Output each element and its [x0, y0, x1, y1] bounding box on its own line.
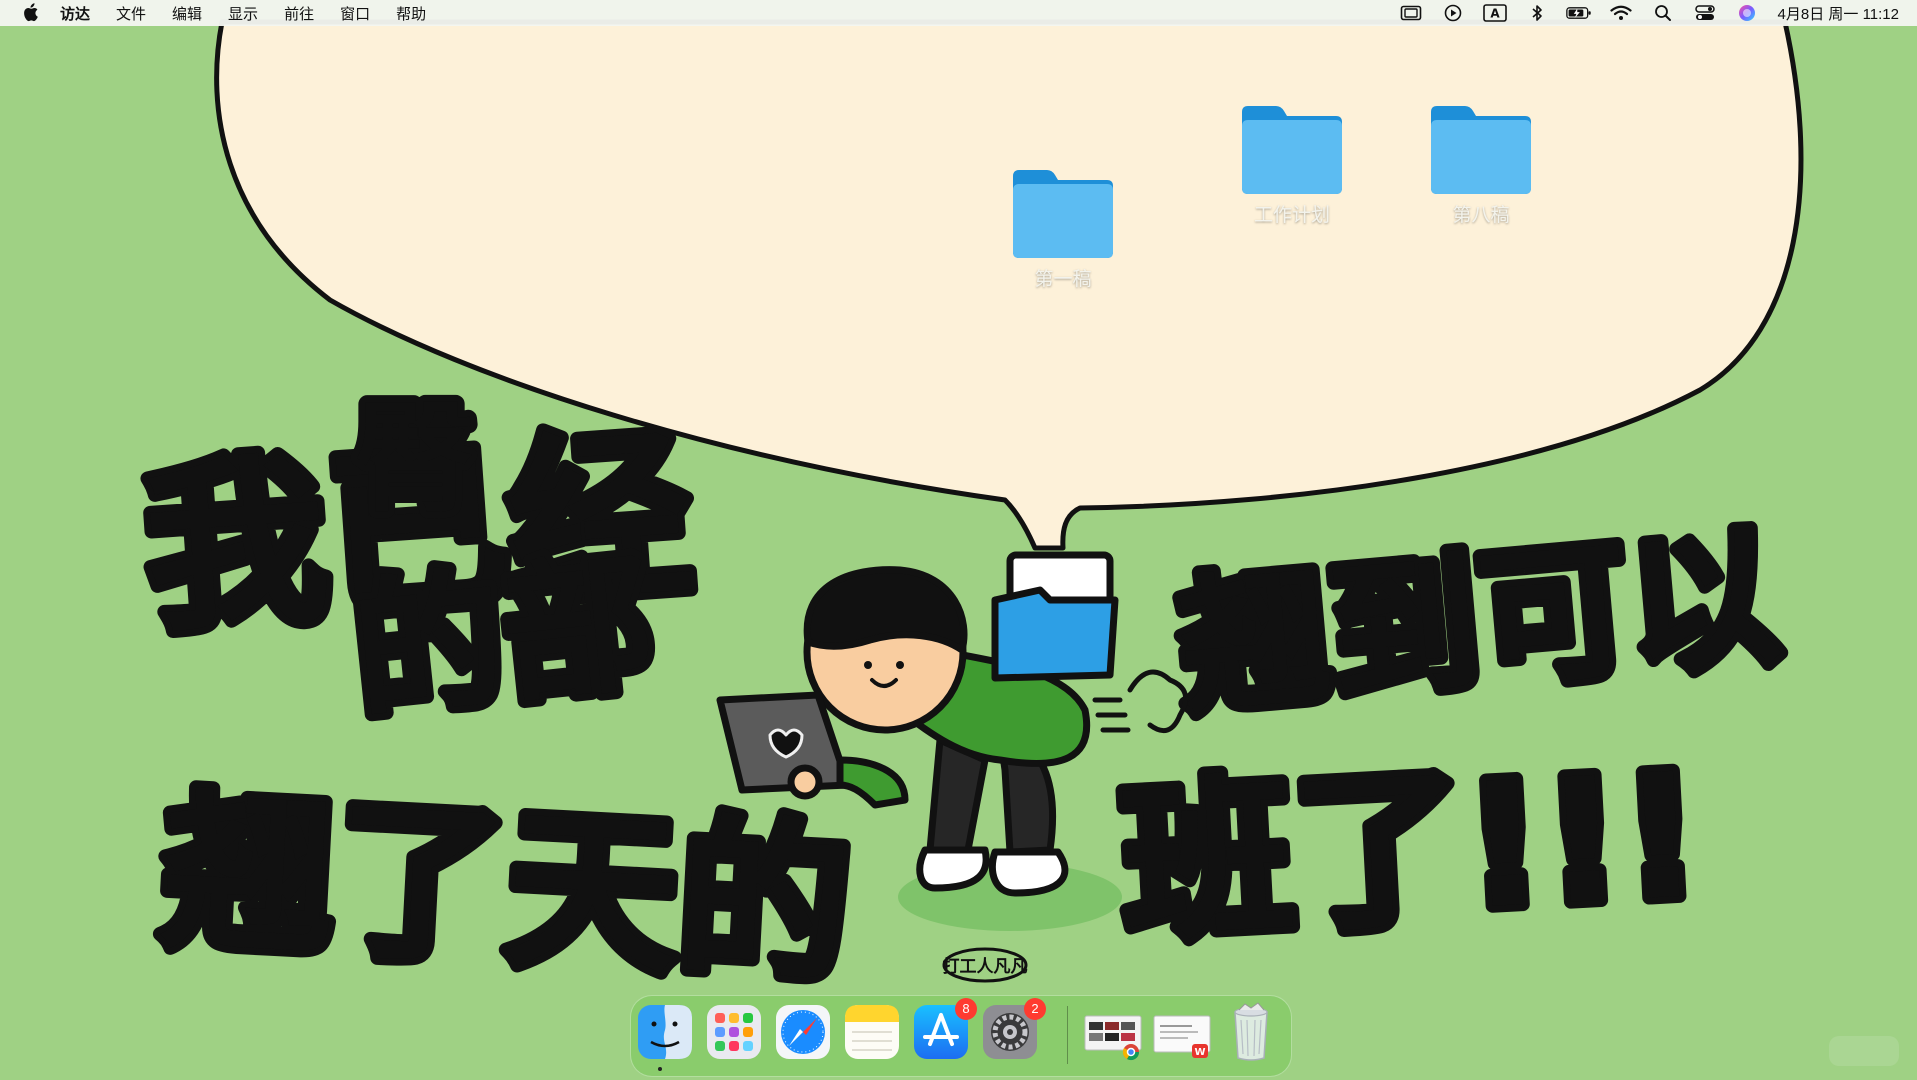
- dock-system-settings[interactable]: 2: [980, 998, 1046, 1062]
- slogan-line-2: 的部: [346, 536, 663, 740]
- signature-text: 打工人凡凡: [943, 956, 1028, 977]
- menu-bar-clock[interactable]: 4月8日 周一 11:12: [1778, 3, 1899, 24]
- wifi-icon[interactable]: [1608, 0, 1634, 26]
- folder-icon: [1431, 106, 1531, 194]
- wps-window-thumbnail-icon: W: [1153, 1015, 1211, 1058]
- folder-label: 第一稿: [1034, 269, 1092, 290]
- folder-label: 工作计划: [1253, 205, 1330, 226]
- input-source-icon[interactable]: A: [1482, 0, 1508, 26]
- dock: 8 2 W: [630, 995, 1292, 1077]
- desktop-folder-draft-1[interactable]: 第一稿: [993, 166, 1133, 291]
- battery-icon[interactable]: [1565, 0, 1592, 26]
- slogan-line-3: 翘了天的: [158, 770, 856, 1007]
- bluetooth-icon[interactable]: [1524, 0, 1550, 26]
- finder-icon: [638, 1005, 692, 1059]
- dock-finder[interactable]: [635, 1002, 695, 1062]
- control-center-icon[interactable]: [1692, 0, 1718, 26]
- notes-icon: [845, 1005, 899, 1059]
- svg-text:W: W: [1194, 1047, 1205, 1058]
- slogan-line-4: 翘到可以: [1173, 510, 1786, 736]
- dock-app-store[interactable]: 8: [911, 998, 977, 1062]
- system-settings-badge: 2: [1024, 998, 1046, 1020]
- launchpad-icon: [707, 1005, 761, 1059]
- slogan-line-5: 班了!!!: [1117, 735, 1706, 966]
- dock-separator: [1067, 1006, 1068, 1064]
- apple-menu-icon[interactable]: [20, 3, 40, 23]
- dock-notes[interactable]: [842, 1002, 902, 1062]
- menu-window[interactable]: 窗口: [340, 3, 370, 24]
- folder-label: 第八稿: [1452, 205, 1510, 226]
- menu-view[interactable]: 显示: [228, 3, 258, 24]
- menu-app-name[interactable]: 访达: [60, 3, 90, 24]
- wallpaper: 我已经 臀 的部 翘了天的 翘到可以 班了!!! 打工人凡凡: [131, 19, 1804, 1014]
- safari-icon: [776, 1005, 830, 1059]
- app-store-badge: 8: [955, 998, 977, 1020]
- desktop-folder-work-plan[interactable]: 工作计划: [1222, 102, 1362, 227]
- finder-running-indicator: [658, 1067, 662, 1071]
- input-source-letter: A: [1490, 7, 1500, 21]
- dock-launchpad[interactable]: [704, 1002, 764, 1062]
- menu-file[interactable]: 文件: [116, 3, 146, 24]
- menu-help[interactable]: 帮助: [396, 3, 426, 24]
- folder-icon: [1013, 170, 1113, 258]
- dock-safari[interactable]: [773, 1002, 833, 1062]
- desktop-folder-draft-8[interactable]: 第八稿: [1411, 102, 1551, 227]
- spotlight-icon[interactable]: [1650, 0, 1676, 26]
- watermark: [1829, 1036, 1899, 1066]
- now-playing-icon[interactable]: [1440, 0, 1466, 26]
- dock-trash[interactable]: [1221, 1002, 1281, 1062]
- folder-icon: [1242, 106, 1342, 194]
- menu-edit[interactable]: 编辑: [172, 3, 202, 24]
- chrome-window-thumbnail-icon: [1084, 1015, 1142, 1061]
- dock-wps-window[interactable]: W: [1152, 1002, 1212, 1062]
- slogan-glyph: 臀: [355, 390, 475, 529]
- menu-go[interactable]: 前往: [284, 3, 314, 24]
- stage-manager-icon[interactable]: [1398, 0, 1424, 26]
- trash-icon: [1234, 1002, 1268, 1061]
- menu-bar: 访达 文件 编辑 显示 前往 窗口 帮助 A 4月8日 周一 11:12: [0, 0, 1917, 26]
- siri-icon[interactable]: [1734, 0, 1760, 26]
- dock-chrome-window[interactable]: [1083, 1002, 1143, 1062]
